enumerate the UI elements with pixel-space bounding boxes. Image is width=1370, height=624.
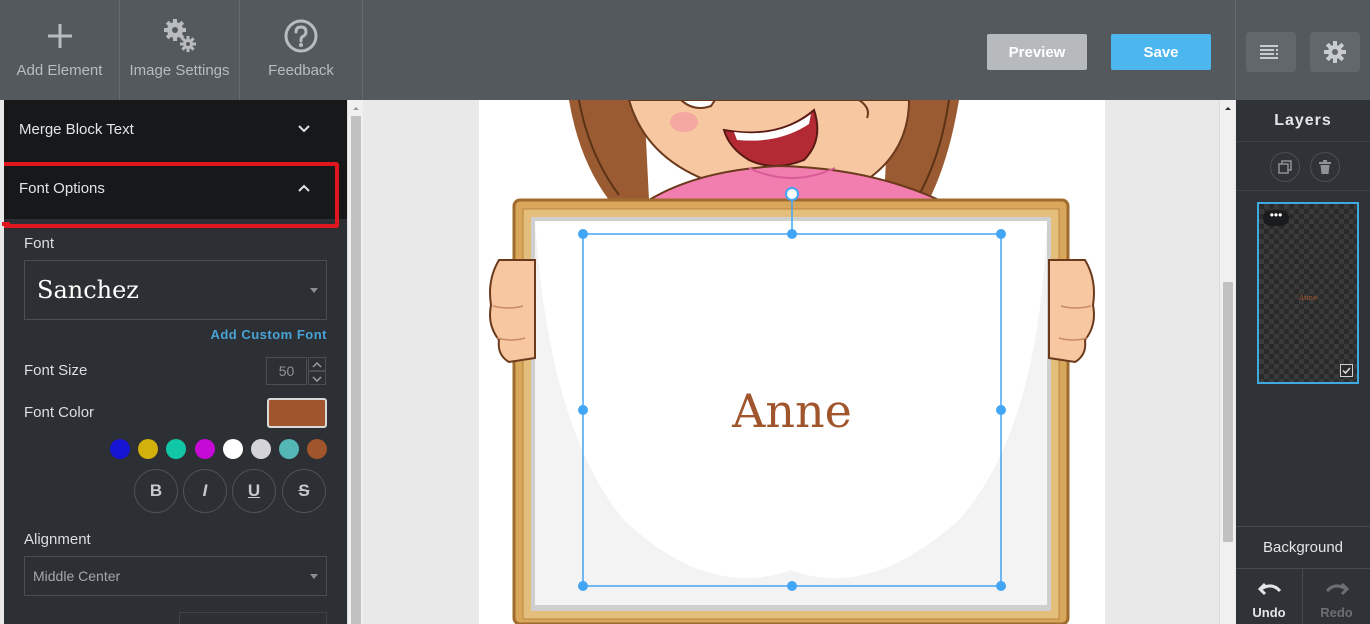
question-circle-icon <box>240 16 362 56</box>
properties-panel: Merge Block Text Font Options Font Sanch… <box>4 100 347 624</box>
font-options-header[interactable]: Font Options <box>4 159 347 219</box>
next-field[interactable] <box>179 612 327 624</box>
underline-icon: U <box>247 481 261 500</box>
image-settings-label: Image Settings <box>129 62 230 79</box>
font-options-label: Font Options <box>19 180 105 197</box>
scroll-up-icon <box>353 107 359 110</box>
color-swatch[interactable] <box>166 439 187 459</box>
color-swatch[interactable] <box>279 439 300 459</box>
list-icon <box>1260 45 1278 59</box>
font-size-label: Font Size <box>24 362 88 379</box>
canvas-scrollbar[interactable] <box>1219 100 1235 624</box>
canvas-scrollbar-thumb[interactable] <box>1223 282 1233 542</box>
undo-icon <box>1258 582 1282 596</box>
toolbar-right-group <box>1235 0 1370 100</box>
layers-divider <box>1236 190 1370 191</box>
add-element-label: Add Element <box>16 62 103 79</box>
font-label: Font <box>24 235 55 252</box>
chevron-down-icon <box>298 125 310 133</box>
caret-down-icon <box>310 574 318 579</box>
bold-icon: B <box>149 481 163 500</box>
copy-icon <box>1278 160 1292 174</box>
canvas-text-layer[interactable]: Anne <box>479 384 1105 438</box>
left-panel-scrollbar-thumb[interactable] <box>351 116 361 624</box>
strikethrough-button[interactable]: S <box>282 469 326 513</box>
layer-visibility-checkbox[interactable] <box>1340 364 1353 377</box>
layers-title: Layers <box>1236 100 1370 142</box>
color-swatch[interactable] <box>110 439 130 459</box>
preview-button[interactable]: Preview <box>987 34 1087 70</box>
font-color-picker[interactable] <box>267 398 327 428</box>
font-size-input[interactable]: 50 <box>266 357 307 385</box>
layer-thumbnail-text: Anne <box>1298 294 1318 302</box>
design-canvas[interactable]: Anne <box>479 100 1105 624</box>
underline-button[interactable]: U <box>232 469 276 513</box>
design-canvas-area: Anne <box>363 100 1220 624</box>
merge-block-text-header[interactable]: Merge Block Text <box>4 100 347 160</box>
red-highlight-stroke <box>2 222 10 226</box>
gears-icon <box>120 16 239 56</box>
redo-button[interactable]: Redo <box>1303 568 1370 624</box>
add-custom-font-link[interactable]: Add Custom Font <box>210 327 327 342</box>
italic-icon: I <box>202 481 208 500</box>
settings-button[interactable] <box>1310 32 1360 72</box>
redo-label: Redo <box>1320 605 1353 620</box>
font-color-label: Font Color <box>24 404 95 421</box>
feedback-label: Feedback <box>268 62 334 79</box>
redo-icon <box>1325 582 1349 596</box>
layers-toggle-button[interactable] <box>1246 32 1296 72</box>
layer-menu-button[interactable]: ••• <box>1263 209 1289 226</box>
layer-thumbnail[interactable]: ••• Anne <box>1257 202 1359 384</box>
delete-layer-button[interactable] <box>1310 152 1340 182</box>
scroll-up-icon <box>1225 107 1231 110</box>
layers-panel: Layers ••• Anne Background Undo Redo <box>1236 100 1370 624</box>
feedback-button[interactable]: Feedback <box>240 0 363 100</box>
undo-label: Undo <box>1252 605 1286 620</box>
add-element-button[interactable]: Add Element <box>0 0 120 100</box>
image-settings-button[interactable]: Image Settings <box>120 0 240 100</box>
chevron-up-icon <box>312 361 322 368</box>
chevron-up-icon <box>298 184 310 192</box>
font-select-value: Sanchez <box>37 276 139 304</box>
bold-button[interactable]: B <box>134 469 178 513</box>
editor-app: Add Element Image Settings Feedback Prev… <box>0 0 1370 624</box>
trash-icon <box>1319 160 1331 174</box>
italic-button[interactable]: I <box>183 469 227 513</box>
strikethrough-icon: S <box>298 481 310 500</box>
chevron-down-icon <box>312 376 322 383</box>
color-swatch[interactable] <box>307 439 328 459</box>
background-button[interactable]: Background <box>1236 526 1370 568</box>
save-button[interactable]: Save <box>1111 34 1211 70</box>
color-swatch[interactable] <box>138 439 159 459</box>
girl-holding-frame-illustration <box>489 100 1095 624</box>
left-panel-scrollbar[interactable] <box>347 100 363 624</box>
plus-icon <box>0 16 119 56</box>
top-toolbar: Add Element Image Settings Feedback Prev… <box>0 0 1370 100</box>
font-size-decrement[interactable] <box>308 371 326 385</box>
check-icon <box>1342 367 1351 375</box>
color-swatch[interactable] <box>251 439 271 459</box>
font-select[interactable]: Sanchez <box>24 260 327 320</box>
gear-icon <box>1324 41 1346 63</box>
alignment-label: Alignment <box>24 531 91 548</box>
font-size-increment[interactable] <box>308 357 326 371</box>
alignment-select[interactable]: Middle Center <box>24 556 327 596</box>
color-swatch[interactable] <box>194 439 215 459</box>
alignment-select-value: Middle Center <box>33 568 121 584</box>
merge-block-text-label: Merge Block Text <box>19 121 134 138</box>
undo-button[interactable]: Undo <box>1236 568 1303 624</box>
caret-down-icon <box>310 288 318 293</box>
duplicate-layer-button[interactable] <box>1270 152 1300 182</box>
color-swatch[interactable] <box>222 439 243 459</box>
